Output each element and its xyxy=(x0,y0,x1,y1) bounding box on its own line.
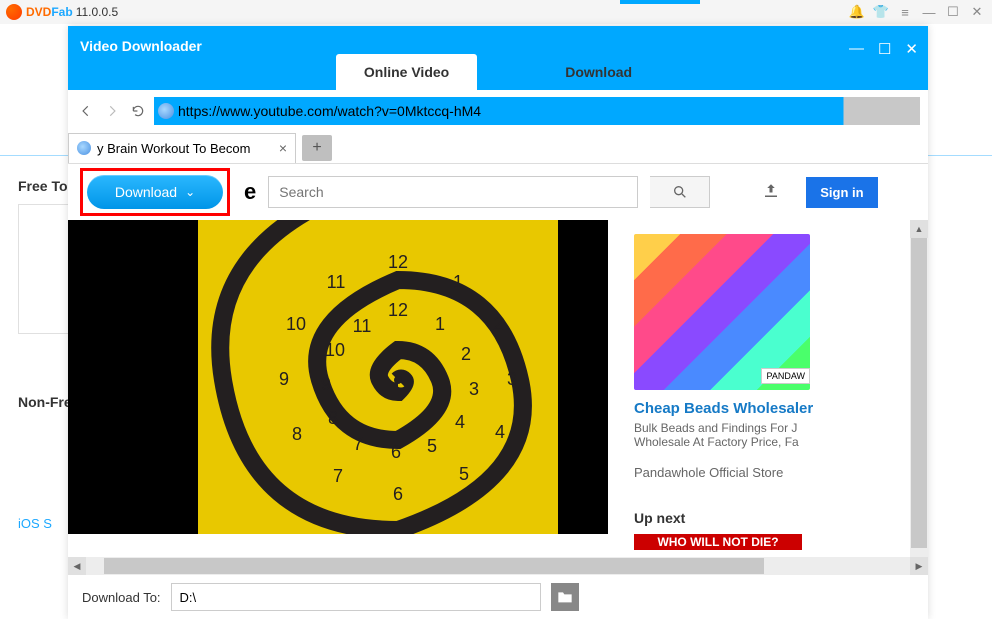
page-tab[interactable]: y Brain Workout To Becom × xyxy=(68,133,296,163)
scrollbar-thumb-h[interactable] xyxy=(104,558,764,574)
upload-icon[interactable] xyxy=(762,182,782,202)
ad-store: Pandawhole Official Store xyxy=(634,465,928,480)
svg-text:11: 11 xyxy=(353,316,372,336)
app-version: 11.0.0.5 xyxy=(76,5,118,19)
download-button-label: Download xyxy=(115,184,177,200)
scroll-up-icon[interactable]: ▲ xyxy=(910,220,928,238)
svg-text:5: 5 xyxy=(459,464,469,484)
download-path-input[interactable] xyxy=(171,583,541,611)
svg-text:2: 2 xyxy=(461,344,471,364)
browser-nav-bar xyxy=(68,90,928,132)
svg-text:11: 11 xyxy=(327,272,346,292)
close-icon[interactable]: ✕ xyxy=(968,3,986,21)
browse-folder-button[interactable] xyxy=(551,583,579,611)
youtube-sidebar: PANDAW Cheap Beads Wholesaler Bulk Beads… xyxy=(608,220,928,557)
app-brand: DVDFab xyxy=(26,5,73,19)
svg-text:6: 6 xyxy=(393,484,403,504)
tab-online-video[interactable]: Online Video xyxy=(336,54,477,90)
svg-text:1: 1 xyxy=(453,272,463,292)
scroll-right-icon[interactable]: ▶ xyxy=(910,557,928,575)
svg-text:7: 7 xyxy=(353,434,363,454)
download-button-highlight: Download ⌄ xyxy=(80,168,230,216)
svg-text:9: 9 xyxy=(321,374,331,394)
video-player[interactable]: 1212 345 678 91011 1212 345 678 91011 xyxy=(68,220,608,534)
tab-strip: y Brain Workout To Becom × + xyxy=(68,132,928,164)
modal-header: Video Downloader — ☐ ✕ Online Video Down… xyxy=(68,26,928,90)
menu-icon[interactable]: ≡ xyxy=(896,3,914,21)
youtube-body: 1212 345 678 91011 1212 345 678 91011 xyxy=(68,220,928,557)
svg-text:1: 1 xyxy=(435,314,445,334)
folder-icon xyxy=(557,590,573,604)
svg-text:8: 8 xyxy=(292,424,302,444)
up-next-heading: Up next xyxy=(634,510,928,526)
chevron-down-icon: ⌄ xyxy=(185,185,195,199)
modal-title: Video Downloader xyxy=(80,38,202,54)
svg-text:8: 8 xyxy=(328,408,338,428)
svg-text:12: 12 xyxy=(388,300,408,320)
top-accent xyxy=(620,0,700,4)
svg-text:5: 5 xyxy=(427,436,437,456)
minimize-icon[interactable]: — xyxy=(920,3,938,21)
main-titlebar: DVDFab 11.0.0.5 🔔 👕 ≡ — ☐ ✕ xyxy=(0,0,992,24)
shirt-icon[interactable]: 👕 xyxy=(872,3,890,21)
svg-text:9: 9 xyxy=(279,369,289,389)
svg-text:6: 6 xyxy=(391,442,401,462)
maximize-icon[interactable]: ☐ xyxy=(944,3,962,21)
url-bar[interactable] xyxy=(154,97,920,125)
tab-close-icon[interactable]: × xyxy=(279,140,287,156)
svg-text:7: 7 xyxy=(333,466,343,486)
youtube-search xyxy=(268,176,638,208)
app-logo-icon xyxy=(6,4,22,20)
youtube-toolbar: Download ⌄ e Sign in xyxy=(68,164,928,220)
ad-description: Bulk Beads and Findings For J Wholesale … xyxy=(634,421,928,449)
search-input[interactable] xyxy=(269,177,637,207)
svg-text:10: 10 xyxy=(286,314,306,334)
new-tab-button[interactable]: + xyxy=(302,135,332,161)
video-downloader-modal: Video Downloader — ☐ ✕ Online Video Down… xyxy=(68,26,928,619)
search-button[interactable] xyxy=(650,176,710,208)
scrollbar-thumb[interactable] xyxy=(911,238,927,548)
svg-text:3: 3 xyxy=(507,369,517,389)
bell-icon[interactable]: 🔔 xyxy=(848,3,866,21)
svg-text:3: 3 xyxy=(469,379,479,399)
svg-text:10: 10 xyxy=(325,340,345,360)
signin-button[interactable]: Sign in xyxy=(806,177,877,208)
horizontal-scrollbar[interactable]: ◀ ▶ xyxy=(68,557,928,575)
ad-title[interactable]: Cheap Beads Wholesaler xyxy=(634,400,928,417)
svg-text:4: 4 xyxy=(455,412,465,432)
video-thumbnail: 1212 345 678 91011 1212 345 678 91011 xyxy=(198,220,558,534)
svg-text:4: 4 xyxy=(495,422,505,442)
up-next-thumbnail[interactable]: WHO WILL NOT DIE? xyxy=(634,534,802,550)
tab-title: y Brain Workout To Becom xyxy=(97,141,250,156)
reload-icon[interactable] xyxy=(128,101,148,121)
forward-icon[interactable] xyxy=(102,101,122,121)
ad-badge: PANDAW xyxy=(761,368,810,384)
search-icon xyxy=(672,184,688,200)
svg-text:12: 12 xyxy=(388,252,408,272)
back-icon[interactable] xyxy=(76,101,96,121)
browser-content: Download ⌄ e Sign in xyxy=(68,164,928,619)
download-button[interactable]: Download ⌄ xyxy=(87,175,223,209)
globe-icon xyxy=(158,103,174,119)
svg-text:2: 2 xyxy=(493,314,503,334)
youtube-logo-fragment: e xyxy=(244,179,256,205)
ad-image[interactable]: PANDAW xyxy=(634,234,810,390)
download-to-bar: Download To: xyxy=(68,575,928,619)
scroll-left-icon[interactable]: ◀ xyxy=(68,557,86,575)
url-input[interactable] xyxy=(178,103,920,119)
download-to-label: Download To: xyxy=(82,590,161,605)
tab-favicon-icon xyxy=(77,141,91,155)
tab-download[interactable]: Download xyxy=(537,54,660,90)
vertical-scrollbar[interactable]: ▲ ▼ xyxy=(910,220,928,557)
